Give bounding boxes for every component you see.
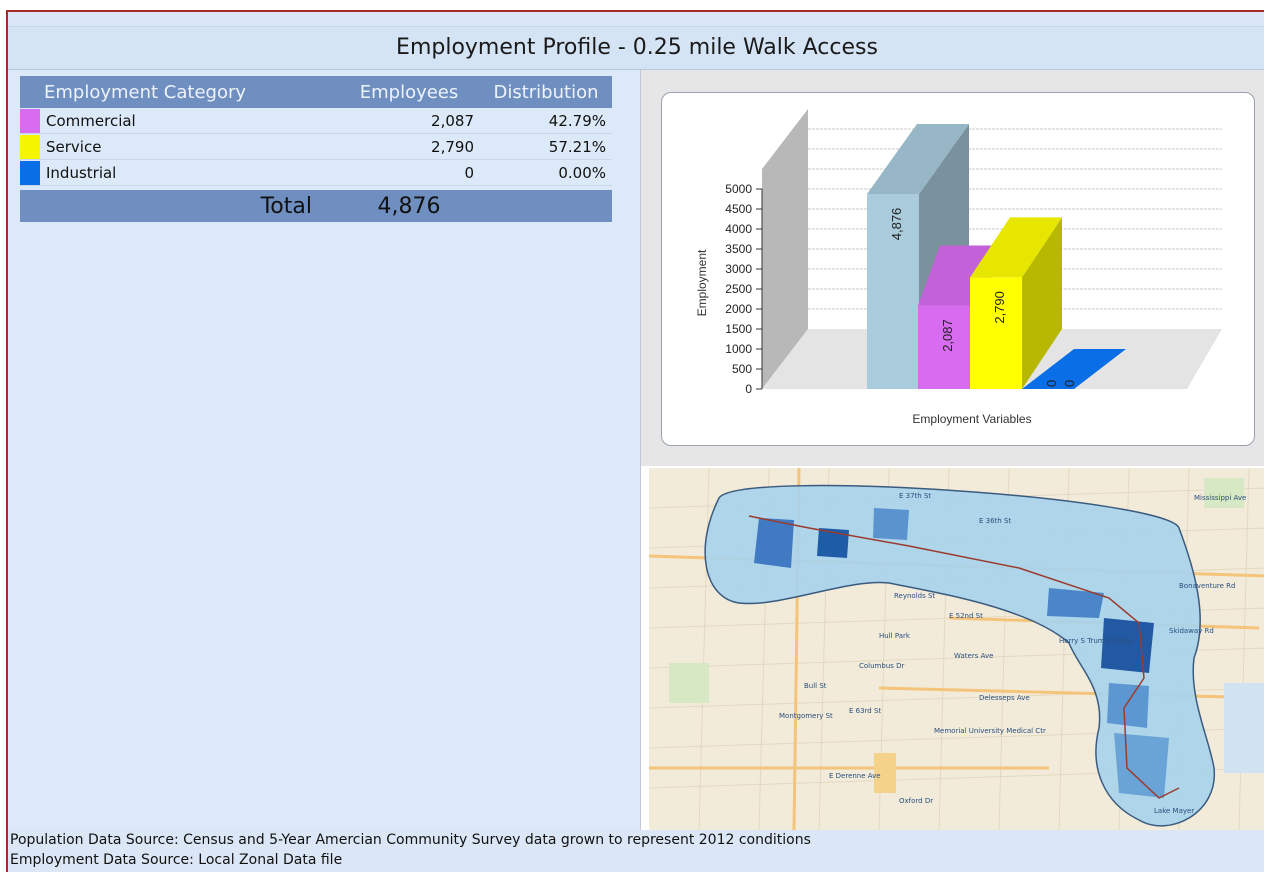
table-row: Industrial 0 0.00% xyxy=(20,160,612,186)
employment-bar-chart: 0 500 1000 1500 2000 2500 3000 3500 4000 4500 5000… xyxy=(695,109,1222,426)
data-label: 4,876 xyxy=(889,208,904,241)
street-label: Montgomery St xyxy=(779,712,833,720)
y-tick-label: 1000 xyxy=(725,342,752,356)
category-name: Commercial xyxy=(46,111,136,130)
x-axis-label: Employment Variables xyxy=(912,412,1031,426)
category-swatch xyxy=(20,134,40,160)
y-tick-label: 3000 xyxy=(725,262,752,276)
employment-table: Employment Category Employees Distributi… xyxy=(20,76,612,222)
map-svg[interactable]: E 37th St E 36th St Bonaventure Rd Missi… xyxy=(649,468,1264,830)
y-tick-label: 2000 xyxy=(725,302,752,316)
category-swatch xyxy=(20,108,40,134)
industrial-color-swatch xyxy=(20,160,40,185)
table-row: Service 2,790 57.21% xyxy=(20,134,612,160)
visuals-panel: 0 500 1000 1500 2000 2500 3000 3500 4000 4500 5000… xyxy=(640,70,1264,830)
walk-access-map[interactable]: E 37th St E 36th St Bonaventure Rd Missi… xyxy=(649,468,1264,830)
data-label: 2,087 xyxy=(940,319,955,352)
population-source-text: Population Data Source: Census and 5-Yea… xyxy=(10,832,811,848)
total-value: 4,876 xyxy=(338,190,480,222)
street-label: Delesseps Ave xyxy=(979,694,1030,702)
data-label: 0 xyxy=(1044,380,1059,387)
street-label: E Derenne Ave xyxy=(829,772,881,780)
total-label: Total xyxy=(20,190,338,222)
street-label: Bull St xyxy=(804,682,827,690)
employees-value: 0 xyxy=(464,163,474,182)
street-label: Bonaventure Rd xyxy=(1179,582,1235,590)
y-tick-label: 0 xyxy=(745,382,752,396)
category-swatch xyxy=(20,160,40,186)
chart-area: 0 500 1000 1500 2000 2500 3000 3500 4000 4500 5000… xyxy=(641,70,1264,466)
street-label: Hull Park xyxy=(879,632,911,640)
employment-source-text: Employment Data Source: Local Zonal Data… xyxy=(10,852,343,868)
street-label: Reynolds St xyxy=(894,592,935,600)
employees-value: 2,790 xyxy=(431,137,474,156)
y-tick-label: 4500 xyxy=(725,202,752,216)
category-name: Service xyxy=(46,137,102,156)
y-tick-label: 4000 xyxy=(725,222,752,236)
distribution-value: 57.21% xyxy=(548,137,606,156)
header-employees: Employees xyxy=(338,76,480,108)
water-area xyxy=(1224,683,1264,773)
employment-table-panel: Employment Category Employees Distributi… xyxy=(8,70,640,830)
y-tick-label: 1500 xyxy=(725,322,752,336)
page-title: Employment Profile - 0.25 mile Walk Acce… xyxy=(8,26,1264,70)
distribution-value: 0.00% xyxy=(558,163,606,182)
park-area xyxy=(669,663,709,703)
distribution-value: 42.79% xyxy=(548,111,606,130)
y-tick-label: 5000 xyxy=(725,182,752,196)
y-tick-label: 3500 xyxy=(725,242,752,256)
header-employment-category: Employment Category xyxy=(20,76,338,108)
street-label: E 52nd St xyxy=(949,612,983,620)
y-axis-label: Employment xyxy=(695,249,709,316)
table-header-row: Employment Category Employees Distributi… xyxy=(20,76,612,108)
service-color-swatch xyxy=(20,134,40,159)
header-distribution: Distribution xyxy=(480,76,612,108)
data-label: 2,790 xyxy=(992,291,1007,324)
report-frame: Employment Profile - 0.25 mile Walk Acce… xyxy=(6,10,1264,872)
total-row: Total 4,876 xyxy=(20,190,612,222)
street-label: Waters Ave xyxy=(954,652,993,660)
table-row: Commercial 2,087 42.79% xyxy=(20,108,612,134)
data-label: 0 xyxy=(1062,380,1077,387)
street-label: E 36th St xyxy=(979,517,1011,525)
chart-card: 0 500 1000 1500 2000 2500 3000 3500 4000 4500 5000… xyxy=(661,92,1255,446)
street-label: Skidaway Rd xyxy=(1169,627,1214,635)
y-tick-label: 2500 xyxy=(725,282,752,296)
park-area xyxy=(1204,478,1244,508)
commercial-color-swatch xyxy=(20,108,40,133)
street-label: Harry S Truman Pkwy xyxy=(1059,637,1134,645)
street-label: Mississippi Ave xyxy=(1194,494,1246,502)
employees-value: 2,087 xyxy=(431,111,474,130)
street-label: Oxford Dr xyxy=(899,797,933,805)
street-label: Lake Mayer xyxy=(1154,807,1194,815)
street-label: Columbus Dr xyxy=(859,662,905,670)
y-tick-label: 500 xyxy=(732,362,752,376)
category-name: Industrial xyxy=(46,163,117,182)
street-label: Memorial University Medical Ctr xyxy=(934,727,1046,735)
footer: Population Data Source: Census and 5-Yea… xyxy=(10,830,1260,870)
street-label: E 37th St xyxy=(899,492,931,500)
street-label: E 63rd St xyxy=(849,707,881,715)
